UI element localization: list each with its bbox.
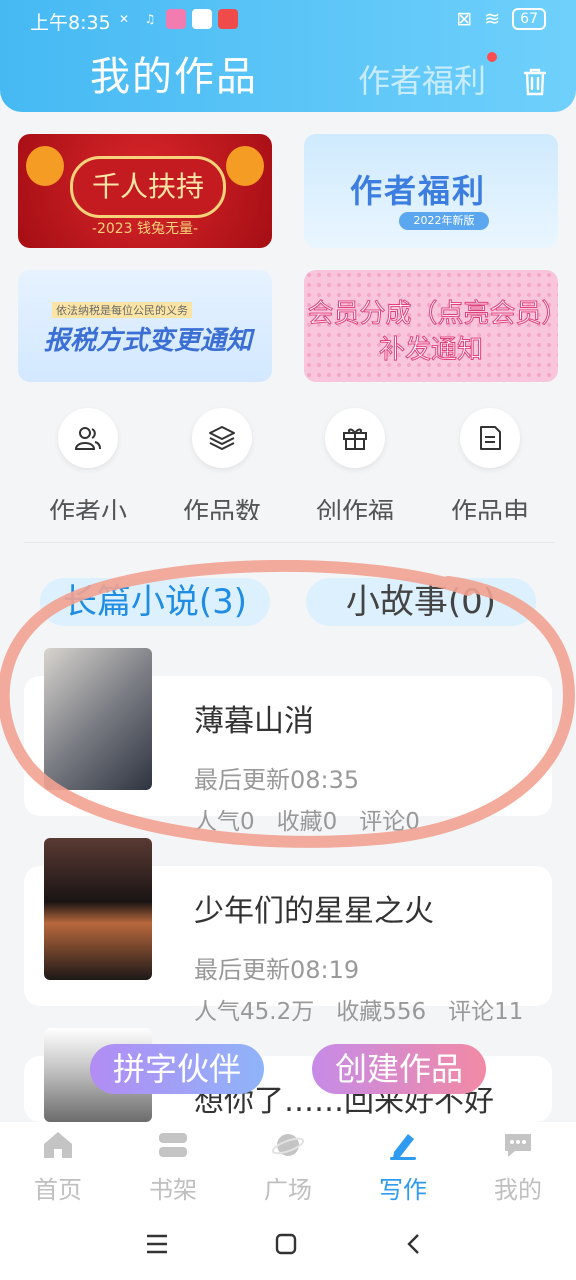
sim-icon: ⊠ (456, 8, 473, 30)
banner-title: 千人扶持 (70, 156, 226, 218)
layers-icon (209, 426, 235, 450)
lantern-icon (26, 146, 64, 186)
quick-action-author[interactable]: 作者小 (49, 408, 127, 520)
quick-action-label: 作品申 (450, 498, 529, 520)
status-right: ⊠ ≋ 67 (456, 8, 546, 30)
chat-icon (505, 1134, 531, 1157)
nav-label: 写作 (379, 1176, 427, 1204)
nav-home[interactable]: 首页 (18, 1130, 98, 1205)
banner-title: 报税方式变更通知 (44, 326, 253, 356)
annotation-circle (0, 560, 575, 848)
quick-action-welfare[interactable]: 创作福 (316, 408, 394, 520)
cloud-notify-icon (192, 9, 212, 29)
pen-icon (390, 1134, 416, 1160)
quick-action-apply[interactable]: 作品申 (451, 408, 529, 520)
headphones-icon: ♫ (144, 12, 156, 26)
bottom-nav: 首页 书架 广场 写作 我的 (0, 1122, 576, 1212)
quick-action-label: 作品数 (182, 498, 261, 520)
nav-writing[interactable]: 写作 (363, 1130, 443, 1205)
work-title: 少年们的星星之火 (194, 894, 434, 929)
work-comments: 评论11 (448, 999, 524, 1025)
banner-subtitle: 依法纳税是每位公民的义务 (52, 302, 192, 318)
wifi-icon: ≋ (484, 8, 501, 30)
spelling-partner-button[interactable]: 拼字伙伴 (90, 1044, 264, 1094)
gift-icon (343, 428, 367, 450)
work-favorites: 收藏556 (336, 999, 427, 1025)
nav-bookshelf[interactable]: 书架 (133, 1130, 213, 1205)
banner-author-welfare[interactable]: 作者福利 2022年新版 (304, 134, 558, 248)
banner-tax-notice[interactable]: 依法纳税是每位公民的义务 报税方式变更通知 (18, 270, 272, 382)
people-icon (74, 427, 101, 450)
status-time: 上午8:35 (30, 12, 111, 34)
banner-subtitle: 2022年新版 (399, 212, 489, 230)
bookshelf-icon (159, 1133, 187, 1157)
document-icon (480, 426, 501, 450)
menu-icon[interactable] (146, 1234, 168, 1254)
mute-icon: ✕ (118, 12, 130, 26)
banner-member-notice[interactable]: 会员分成（点亮会员）补发通知 (304, 270, 558, 382)
home-icon (44, 1132, 72, 1158)
quick-action-label: 作者小 (48, 498, 127, 520)
lantern-icon (226, 146, 264, 186)
back-icon[interactable] (406, 1233, 422, 1255)
nav-label: 书架 (149, 1176, 197, 1204)
banner-support[interactable]: 千人扶持 -2023 钱兔无量- (18, 134, 272, 248)
home-square-icon[interactable] (275, 1233, 297, 1255)
work-popularity: 人气45.2万 (194, 999, 315, 1025)
notification-dot (487, 52, 497, 62)
app-notify-icon (166, 9, 186, 29)
trash-icon[interactable] (522, 66, 548, 96)
nav-label: 我的 (494, 1176, 542, 1204)
battery-level: 67 (512, 8, 546, 30)
banner-title: 会员分成（点亮会员）补发通知 (307, 299, 555, 366)
notification-icons: ✕ ♫ (114, 9, 238, 29)
news-notify-icon (218, 9, 238, 29)
work-updated: 最后更新08:19 (194, 956, 360, 984)
banner-title: 作者福利 (350, 172, 487, 210)
divider (24, 542, 554, 543)
nav-label: 广场 (264, 1176, 312, 1204)
status-bar: 上午8:35 ✕ ♫ ⊠ ≋ 67 (0, 0, 576, 40)
planet-icon (271, 1134, 305, 1156)
nav-square[interactable]: 广场 (248, 1130, 328, 1205)
quick-action-label: 创作福 (315, 498, 394, 520)
system-nav-bar (0, 1212, 576, 1280)
create-work-button[interactable]: 创建作品 (312, 1044, 486, 1094)
banner-subtitle: -2023 钱兔无量- (91, 221, 199, 237)
quick-action-works[interactable]: 作品数 (183, 408, 261, 520)
nav-mine[interactable]: 我的 (478, 1130, 558, 1205)
nav-label: 首页 (34, 1176, 82, 1204)
app-header: 上午8:35 ✕ ♫ ⊠ ≋ 67 我的作品 作者福利 (0, 0, 576, 112)
author-welfare-link[interactable]: 作者福利 (358, 56, 486, 102)
page-title: 我的作品 (90, 54, 258, 100)
work-stats: 人气45.2万 收藏556 评论11 (194, 992, 545, 1026)
